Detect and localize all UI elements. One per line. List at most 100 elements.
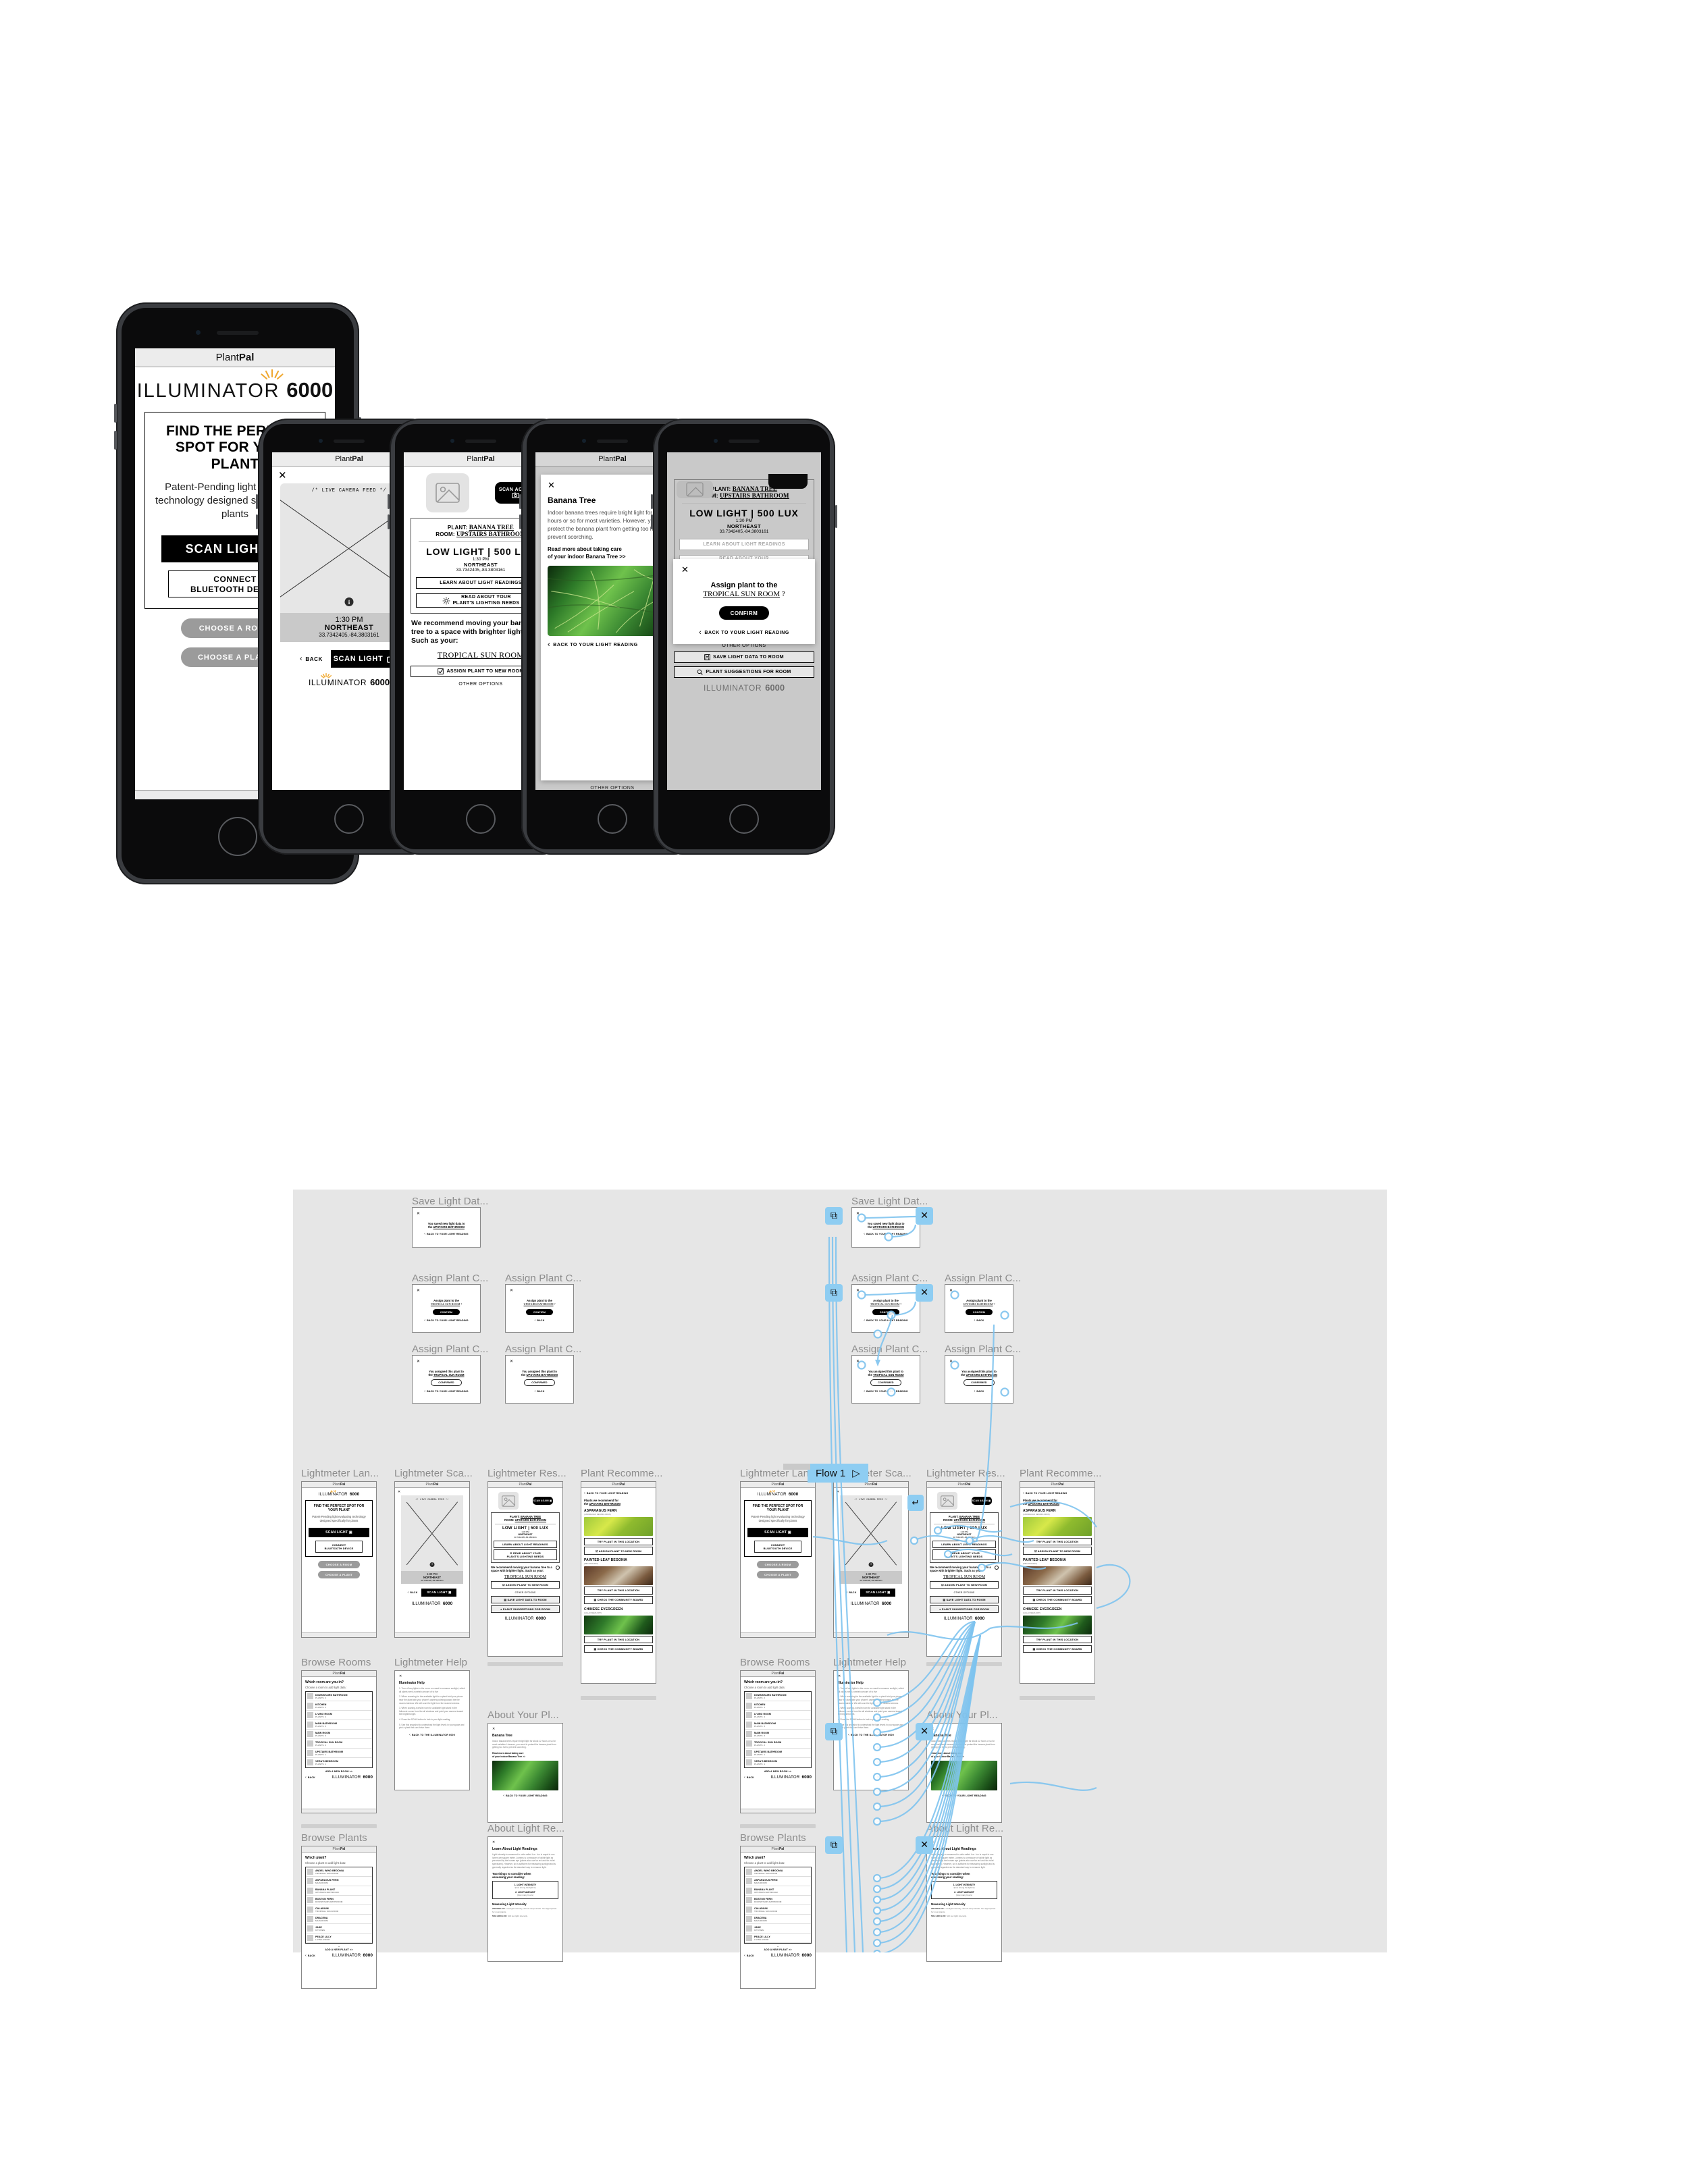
close-icon[interactable]: ✕ <box>838 1675 904 1678</box>
home-button[interactable] <box>729 804 759 834</box>
try-plant-button[interactable]: TRY PLANT IN THIS LOCATION <box>1023 1537 1092 1545</box>
close-icon[interactable]: ✕ <box>510 1289 571 1293</box>
info-icon[interactable]: i <box>429 1562 435 1567</box>
save-light-data-button[interactable]: ▤ SAVE LIGHT DATA TO ROOM <box>491 1595 560 1604</box>
close-icon[interactable]: ✕ <box>931 1728 997 1731</box>
list-item[interactable]: TROPICAL SUN ROOM PLANTS: 2 <box>745 1739 811 1749</box>
list-item[interactable]: KITCHEN PLANTS: 1 <box>306 1701 372 1711</box>
read-plant-needs-button[interactable]: ☀ READ ABOUT YOUR PLANT'S LIGHTING NEEDS <box>494 1549 557 1560</box>
learn-light-readings-button[interactable]: LEARN ABOUT LIGHT READINGS <box>494 1540 557 1548</box>
plant-suggestions-button[interactable]: ⌕ PLANT SUGGESTIONS FOR ROOM <box>491 1605 560 1614</box>
close-icon[interactable]: ✕ <box>856 1212 917 1216</box>
close-icon[interactable]: ✕ <box>837 1491 906 1494</box>
undo-arrow-icon[interactable]: ↵ <box>907 1495 924 1511</box>
connect-bluetooth-button[interactable]: CONNECT BLUETOOTH DEVICE <box>754 1540 801 1553</box>
back-button[interactable]: ‹ BACK TO YOUR LIGHT READING <box>415 1389 477 1393</box>
close-icon[interactable]: ✕ <box>492 1728 558 1731</box>
try-plant-button[interactable]: TRY PLANT IN THIS LOCATION <box>584 1587 653 1595</box>
back-button[interactable]: ‹ BACK <box>408 1591 418 1595</box>
list-item[interactable]: PEACE LILLY LIVING ROOM <box>306 1934 372 1943</box>
scan-light-button[interactable]: SCAN LIGHT ▣ <box>747 1527 808 1537</box>
frame-scrollbar[interactable] <box>740 1824 816 1828</box>
list-item[interactable]: VERA'S BEDROOM PLANTS: 1 <box>745 1758 811 1767</box>
frame-scrollbar[interactable] <box>301 1824 377 1828</box>
scan-again-button[interactable]: SCAN AGAIN ▣ <box>532 1497 553 1505</box>
back-button[interactable]: ‹ BACK <box>508 1389 571 1393</box>
flow-scrollbar-left[interactable] <box>783 1464 810 1470</box>
list-item[interactable]: LIVING ROOM PLANTS: 4 <box>306 1711 372 1720</box>
confirm-button[interactable]: CONFIRM <box>966 1309 993 1315</box>
list-item[interactable]: LIVING ROOM PLANTS: 4 <box>745 1711 811 1720</box>
list-item[interactable]: DOWNSTAIRS BATHROOM PLANTS: 2 <box>306 1692 372 1701</box>
chevron-down-icon[interactable]: ⌄ <box>744 1944 812 1948</box>
scan-again-button[interactable]: SCAN AGAIN ▣ <box>971 1497 992 1505</box>
list-item[interactable]: ASPARAGUS FERN MAIN ROOM <box>745 1877 811 1886</box>
close-icon[interactable]: ✕ <box>398 1491 467 1494</box>
frame-scrollbar[interactable] <box>1020 1696 1095 1700</box>
try-plant-button[interactable]: TRY PLANT IN THIS LOCATION <box>584 1537 653 1545</box>
info-icon[interactable]: i <box>344 597 354 606</box>
list-item[interactable]: DRACENA MAIN ROOM <box>745 1915 811 1924</box>
list-item[interactable]: UPSTAIRS BATHROOM PLANTS: 1 <box>745 1749 811 1758</box>
list-item[interactable]: BANANA PLANT UPSTAIRS BATHROOM <box>306 1886 372 1896</box>
scan-light-button[interactable]: SCAN LIGHT ▣ <box>421 1589 457 1597</box>
duplicate-frame-icon[interactable]: ⧉ <box>825 1836 843 1854</box>
assign-plant-button[interactable]: ☑ ASSIGN PLANT TO NEW ROOM <box>584 1547 653 1555</box>
list-item[interactable]: JADE KITCHEN <box>745 1924 811 1934</box>
back-button[interactable]: ‹ BACK <box>305 1776 315 1780</box>
info-icon[interactable]: i <box>868 1562 874 1567</box>
back-button[interactable]: ‹ BACK TO YOUR LIGHT READING <box>415 1319 477 1323</box>
try-plant-button[interactable]: TRY PLANT IN THIS LOCATION <box>584 1636 653 1644</box>
add-new-room-button[interactable]: ADD A NEW ROOM >> <box>305 1770 373 1773</box>
list-item[interactable]: ANGEL WING BEGONIA TROPICAL SUN ROOM <box>306 1867 372 1877</box>
close-icon[interactable]: ✕ <box>931 1841 997 1844</box>
plant-suggestions-button[interactable]: ⌕ PLANT SUGGESTIONS FOR ROOM <box>930 1605 999 1614</box>
recommended-room-link[interactable]: TROPICAL SUN ROOM <box>491 1575 560 1579</box>
list-item[interactable]: VERA'S BEDROOM PLANTS: 1 <box>306 1758 372 1767</box>
back-button[interactable]: ‹ BACK TO YOUR LIGHT READING <box>415 1232 477 1236</box>
assign-plant-button[interactable]: ☑ ASSIGN PLANT TO NEW ROOM <box>930 1580 999 1589</box>
home-button[interactable] <box>218 817 257 856</box>
read-plant-needs-button[interactable]: ☀ READ ABOUT YOUR PLANT'S LIGHTING NEEDS <box>932 1549 996 1560</box>
close-icon[interactable]: ✕ <box>417 1212 477 1216</box>
save-light-data-button[interactable]: ▤ SAVE LIGHT DATA TO ROOM <box>930 1595 999 1604</box>
choose-room-button[interactable]: CHOOSE A ROOM <box>318 1560 360 1568</box>
choose-plant-button[interactable]: CHOOSE A PLANT <box>318 1570 360 1578</box>
check-community-button[interactable]: ▤ CHECK THE COMMUNITY BOARD <box>1023 1596 1092 1604</box>
confirm-button[interactable]: CONFIRM <box>433 1309 460 1315</box>
back-button[interactable]: ‹ BACK TO YOUR LIGHT READING <box>584 1491 653 1495</box>
list-item[interactable]: MAIN ROOM PLANTS: 3 <box>745 1730 811 1739</box>
close-icon[interactable]: ✕ <box>856 1360 917 1364</box>
list-item[interactable]: CALADIUM TROPICAL SUN ROOM <box>745 1905 811 1915</box>
plant-suggestions-button[interactable]: PLANT SUGGESTIONS FOR ROOM <box>674 666 814 678</box>
close-icon[interactable]: ✕ <box>856 1289 917 1293</box>
learn-light-readings-button[interactable]: LEARN ABOUT LIGHT READINGS <box>932 1540 996 1548</box>
confirm-button[interactable]: CONFIRM <box>526 1309 553 1315</box>
scan-light-button[interactable]: SCAN LIGHT ▣ <box>860 1589 896 1597</box>
list-item[interactable]: KITCHEN PLANTS: 1 <box>745 1701 811 1711</box>
back-button[interactable]: ‹ BACK TO YOUR LIGHT READING <box>931 1794 997 1798</box>
back-to-reading-button[interactable]: ‹ BACK TO YOUR LIGHT READING <box>681 629 807 637</box>
back-button[interactable]: ‹ BACK <box>508 1319 571 1323</box>
choose-room-button[interactable]: CHOOSE A ROOM <box>757 1560 799 1568</box>
close-icon[interactable]: ✕ <box>417 1289 477 1293</box>
read-more-link[interactable]: Read more about taking care of your indoo… <box>931 1752 997 1758</box>
home-button[interactable] <box>334 804 364 834</box>
duplicate-frame-icon[interactable]: ⧉ <box>825 1723 843 1740</box>
list-item[interactable]: PEACE LILLY LIVING ROOM <box>745 1934 811 1943</box>
read-more-link[interactable]: Read more about taking care of your indoo… <box>492 1752 558 1758</box>
close-icon[interactable]: ✕ <box>916 1836 933 1854</box>
chevron-down-icon[interactable]: ⌄ <box>305 1944 373 1948</box>
close-icon[interactable]: ✕ <box>492 1841 558 1844</box>
back-button[interactable]: ‹ BACK <box>744 1954 754 1958</box>
back-button[interactable]: ‹ BACK TO YOUR LIGHT READING <box>492 1794 558 1798</box>
scan-light-button[interactable]: SCAN LIGHT ▣ <box>309 1527 369 1537</box>
learn-light-readings-button-dim[interactable]: LEARN ABOUT LIGHT READINGS <box>679 539 809 550</box>
close-icon[interactable]: ✕ <box>681 565 807 574</box>
check-community-button[interactable]: ▤ CHECK THE COMMUNITY BOARD <box>584 1596 653 1604</box>
flow-1-badge[interactable]: Flow 1 ▷ <box>808 1464 868 1483</box>
check-community-button[interactable]: ▤ CHECK THE COMMUNITY BOARD <box>1023 1645 1092 1653</box>
close-icon[interactable]: ✕ <box>417 1360 477 1364</box>
recommended-room-link[interactable]: TROPICAL SUN ROOM <box>930 1575 999 1579</box>
list-item[interactable]: MAIN ROOM PLANTS: 3 <box>306 1730 372 1739</box>
